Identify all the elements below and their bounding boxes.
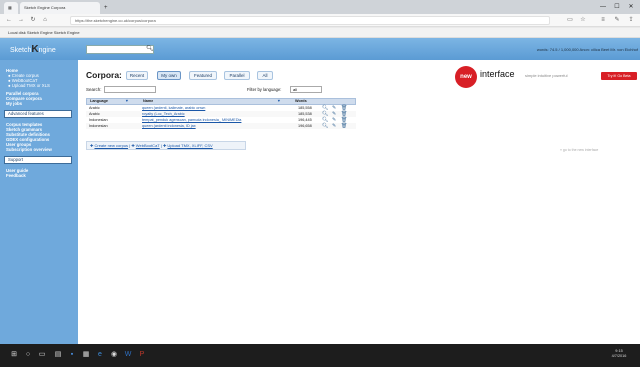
taskbar-clock[interactable]: 9:15 4/7/2016: [605, 349, 633, 359]
filter-label: Filter by language:: [247, 87, 282, 92]
maximize-button[interactable]: ☐: [610, 2, 624, 12]
search-icon[interactable]: ○: [24, 351, 32, 359]
header-search-input[interactable]: [86, 45, 154, 54]
cell-language: Indonesian: [89, 124, 108, 128]
table-row[interactable]: Indonesian queen (ardenti indonesia, ID …: [86, 123, 356, 129]
edit-icon[interactable]: ✎: [332, 123, 336, 129]
sidebar: Home ● Create corpus ● WebBootCaT ● Uplo…: [0, 60, 78, 344]
cell-words: 196,658: [298, 124, 312, 128]
sort-icon[interactable]: ▼: [125, 99, 129, 104]
col-language[interactable]: Language: [90, 99, 108, 104]
create-corpus-link[interactable]: Create new corpus: [94, 143, 128, 148]
promo-title[interactable]: interface: [480, 69, 515, 79]
hub-icon[interactable]: ≡: [598, 15, 608, 25]
sidebar-item-upload-tmx[interactable]: ● Upload TMX or XLS: [8, 83, 50, 89]
clock-date: 4/7/2016: [611, 354, 627, 358]
sketch-engine-logo[interactable]: SketchKngine: [10, 44, 56, 55]
tab-menu-icon[interactable]: ▦: [4, 2, 18, 14]
tab-all[interactable]: All: [257, 71, 273, 80]
windows-taskbar: ⊞ ○ ▭ ▤ ▪ ▦ e ◉ W P: [0, 344, 640, 367]
logo-post: ngine: [38, 47, 56, 54]
bookmarks-bar[interactable]: Local disk Sketch Engine Sketch Engine: [0, 28, 640, 38]
sidebar-item-feedback[interactable]: Feedback: [6, 173, 26, 179]
close-button[interactable]: ✕: [624, 2, 638, 12]
store-icon[interactable]: ▪: [68, 351, 76, 359]
new-tab-button[interactable]: +: [104, 2, 108, 14]
notes-icon[interactable]: ✎: [612, 15, 622, 25]
tab-recent[interactable]: Recent: [126, 71, 148, 80]
minimize-button[interactable]: —: [596, 2, 610, 12]
sidebar-item-my-jobs[interactable]: My jobs: [6, 101, 22, 107]
windows-start-icon[interactable]: ⊞: [10, 351, 18, 359]
search-icon[interactable]: 🔍︎: [146, 45, 154, 54]
home-icon[interactable]: ⌂: [40, 15, 50, 25]
file-explorer-icon[interactable]: ▤: [54, 351, 62, 359]
back-icon[interactable]: ←: [4, 15, 14, 25]
browser-tab[interactable]: Sketch Engine Corpora: [20, 2, 100, 14]
browser-nav-bar: ← → ↻ ⌂ https://the.sketchengine.co.uk/c…: [0, 14, 640, 27]
chrome-icon[interactable]: ◉: [110, 351, 118, 359]
upload-link[interactable]: Upload TMX, XLIFF, CSV: [167, 143, 212, 148]
side-note-link[interactable]: » go to the new interface: [560, 148, 598, 152]
favorite-star-icon[interactable]: ☆: [578, 15, 588, 25]
address-bar[interactable]: https://the.sketchengine.co.uk/corpus/co…: [70, 16, 550, 25]
user-info[interactable]: words: 74.5 / 1,000,000 Anon: cilica Bee…: [400, 45, 638, 54]
cell-name-link[interactable]: queen (ardenti indonesia, ID jax: [142, 123, 282, 129]
word-icon[interactable]: W: [124, 351, 132, 359]
app-icon[interactable]: ▦: [82, 351, 90, 359]
new-badge[interactable]: new: [455, 66, 477, 88]
sidebar-support[interactable]: Support: [4, 156, 72, 164]
browser-tab-label: Sketch Engine Corpora: [24, 5, 66, 10]
table-footer-links: ✚ Create new corpus | ✚ WebBootCaT | ✚ U…: [86, 141, 246, 150]
share-icon[interactable]: ⇪: [626, 15, 636, 25]
forward-icon[interactable]: →: [16, 15, 26, 25]
task-view-icon[interactable]: ▭: [38, 351, 46, 359]
sort-icon[interactable]: ▼: [277, 99, 281, 104]
search-label: Search:: [86, 87, 102, 92]
sidebar-item-subscription-overview[interactable]: Subscription overview: [6, 147, 52, 153]
tab-my-own[interactable]: My own: [157, 71, 181, 80]
reading-view-icon[interactable]: ▭: [565, 15, 575, 25]
webbootcat-link[interactable]: WebBootCaT: [136, 143, 160, 148]
browser-tab-bar: ▦ Sketch Engine Corpora + — ☐ ✕: [0, 0, 640, 14]
delete-icon[interactable]: 🗑︎: [341, 123, 347, 129]
corpora-search-input[interactable]: [104, 86, 156, 93]
language-filter-select[interactable]: all: [290, 86, 322, 93]
page-title: Corpora:: [86, 70, 122, 80]
logo-pre: Sketch: [10, 47, 32, 54]
tab-parallel[interactable]: Parallel: [224, 71, 250, 80]
col-name[interactable]: Name: [143, 99, 153, 104]
promo-subtitle: simple intuitive powerful: [525, 73, 568, 78]
col-words[interactable]: Words: [295, 99, 307, 104]
try-beta-button[interactable]: Try it! Go Beta: [601, 72, 637, 80]
powerpoint-icon[interactable]: P: [138, 351, 146, 359]
search-icon[interactable]: 🔍︎: [322, 123, 328, 129]
table-header-row: Language ▼ Name ▼ Words: [86, 98, 356, 105]
sidebar-advanced-features[interactable]: Advanced features: [4, 110, 72, 118]
logo-k: K: [31, 44, 39, 55]
tab-featured[interactable]: Featured: [189, 71, 217, 80]
separator: | ✚: [129, 143, 136, 148]
edge-browser-icon[interactable]: e: [96, 351, 104, 359]
refresh-icon[interactable]: ↻: [28, 15, 38, 25]
